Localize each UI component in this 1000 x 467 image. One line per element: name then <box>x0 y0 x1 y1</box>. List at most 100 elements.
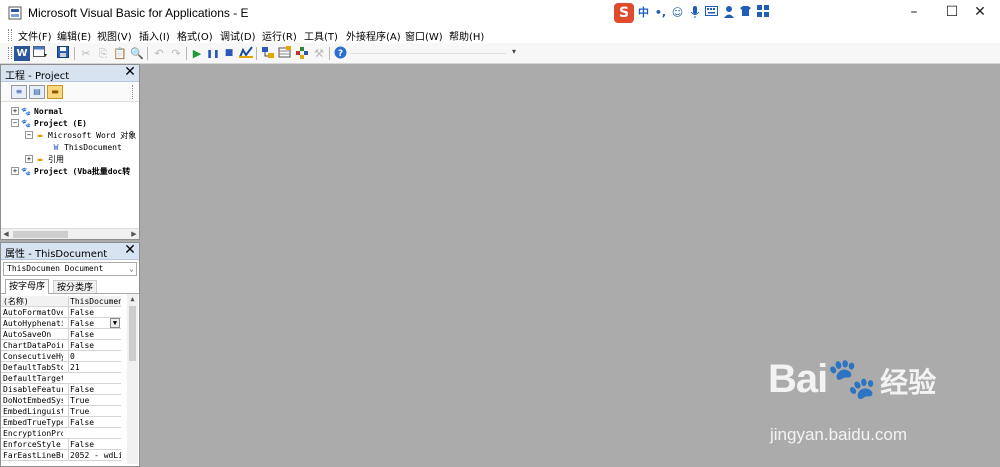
insert-userform-icon[interactable] <box>32 46 48 61</box>
redo-icon[interactable]: ↷ <box>168 46 184 61</box>
properties-window-icon[interactable] <box>277 46 293 61</box>
ime-user-icon[interactable] <box>721 5 736 21</box>
property-row[interactable]: EmbedLinguist True <box>1 406 121 417</box>
property-row[interactable]: AutoHyphenati False ▼ <box>1 318 121 329</box>
undo-icon[interactable]: ↶ <box>151 46 167 61</box>
menu-debug[interactable]: 调试(D) <box>220 28 256 43</box>
tab-alphabetic[interactable]: 按字母序 <box>5 279 50 294</box>
menu-format[interactable]: 格式(O) <box>177 28 213 43</box>
tab-categorized[interactable]: 按分类序 <box>53 280 98 293</box>
code-workspace[interactable] <box>142 64 1000 467</box>
chevron-down-icon[interactable]: ⌄ <box>129 263 134 275</box>
property-value[interactable]: 2052 - wdLi <box>68 450 121 460</box>
property-row[interactable]: EmbedTrueType False <box>1 417 121 428</box>
minimize-button[interactable]: – <box>896 0 932 26</box>
property-row[interactable]: AutoSaveOn False <box>1 329 121 340</box>
property-value[interactable]: 21 <box>68 362 121 372</box>
save-icon[interactable] <box>55 46 71 61</box>
toolbar-grip[interactable] <box>8 47 12 59</box>
property-value[interactable]: False <box>68 307 121 317</box>
ime-toolbox-icon[interactable] <box>755 5 770 21</box>
project-pane-close-icon[interactable]: ✕ <box>123 65 137 80</box>
properties-pane-close-icon[interactable]: ✕ <box>123 243 137 258</box>
toolbar-separator <box>186 47 187 60</box>
scroll-left-icon[interactable]: ◀ <box>1 229 11 239</box>
design-mode-icon[interactable] <box>238 46 254 61</box>
help-icon[interactable]: ? <box>332 46 348 61</box>
property-row[interactable]: EnforceStyle False <box>1 439 121 450</box>
expand-icon[interactable]: + <box>11 167 19 175</box>
property-row[interactable]: EncryptionPro <box>1 428 121 439</box>
property-value[interactable]: False <box>68 384 121 394</box>
tree-node-normal[interactable]: + 🐾 Normal <box>11 105 63 117</box>
menu-run[interactable]: 运行(R) <box>262 28 297 43</box>
object-selector[interactable]: ThisDocumen Document ⌄ <box>3 262 137 276</box>
property-value[interactable]: True <box>68 395 121 405</box>
project-explorer-icon[interactable] <box>260 46 276 61</box>
property-value[interactable]: False <box>68 340 121 350</box>
tree-node-word-objects[interactable]: − ▬ Microsoft Word 对象 <box>25 129 136 141</box>
collapse-icon[interactable]: − <box>25 131 33 139</box>
ime-chinese-mode-icon[interactable]: 中 <box>636 5 651 21</box>
run-icon[interactable]: ▶ <box>189 46 205 61</box>
property-row[interactable]: DefaultTabSto 21 <box>1 362 121 373</box>
menu-window[interactable]: 窗口(W) <box>405 28 443 43</box>
scroll-right-icon[interactable]: ▶ <box>129 229 139 239</box>
menu-insert[interactable]: 插入(I) <box>139 28 170 43</box>
tree-node-project-e[interactable]: − 🐾 Project (E) <box>11 117 87 129</box>
property-value[interactable]: True <box>68 406 121 416</box>
collapse-icon[interactable]: − <box>11 119 19 127</box>
expand-icon[interactable]: + <box>11 107 19 115</box>
break-icon[interactable]: ❚❚ <box>205 46 221 61</box>
menu-file[interactable]: 文件(F) <box>18 28 52 43</box>
paste-icon[interactable]: 📋 <box>112 46 128 61</box>
ime-voice-icon[interactable] <box>687 5 702 21</box>
property-value[interactable]: ThisDocument <box>68 296 121 306</box>
tree-node-thisdocument[interactable]: W ThisDocument <box>51 141 122 153</box>
close-button[interactable]: ✕ <box>962 0 998 26</box>
properties-vertical-scrollbar[interactable]: ▲ <box>127 294 138 464</box>
view-word-icon[interactable]: W <box>14 46 30 61</box>
object-browser-icon[interactable] <box>294 46 310 61</box>
ime-punctuation-icon[interactable]: •, <box>653 5 668 21</box>
ime-emoji-icon[interactable]: ☺ <box>670 5 685 21</box>
property-row[interactable]: DoNotEmbedSys True <box>1 395 121 406</box>
property-row[interactable]: (名称) ThisDocument <box>1 296 121 307</box>
copy-icon[interactable]: ⎘ <box>95 46 111 61</box>
property-row[interactable]: DefaultTarget <box>1 373 121 384</box>
menu-help[interactable]: 帮助(H) <box>449 28 484 43</box>
menu-addins[interactable]: 外接程序(A) <box>346 28 401 43</box>
toggle-folders-icon[interactable]: ▬ <box>47 85 63 99</box>
tree-node-project-vba[interactable]: + 🐾 Project (Vba批量doc转 <box>11 165 130 177</box>
property-row[interactable]: DisableFeatur False <box>1 384 121 395</box>
property-value[interactable]: False <box>68 439 121 449</box>
property-row[interactable]: AutoFormatOve False <box>1 307 121 318</box>
property-value[interactable]: False <box>68 329 121 339</box>
scroll-thumb[interactable] <box>129 306 136 361</box>
menu-tools[interactable]: 工具(T) <box>304 28 338 43</box>
toolbar-overflow-icon[interactable]: ▾ <box>510 47 518 63</box>
expand-icon[interactable]: + <box>25 155 33 163</box>
menu-view[interactable]: 视图(V) <box>97 28 132 43</box>
menu-edit[interactable]: 编辑(E) <box>57 28 91 43</box>
tree-node-references[interactable]: + ▬ 引用 <box>25 153 64 165</box>
cut-icon[interactable]: ✂ <box>78 46 94 61</box>
sogou-ime-icon[interactable]: S <box>614 3 634 23</box>
property-value[interactable]: False <box>68 417 121 427</box>
menu-grip[interactable] <box>8 29 12 41</box>
view-code-icon[interactable]: ≡ <box>11 85 27 99</box>
project-horizontal-scrollbar[interactable]: ◀ ▶ <box>1 228 139 239</box>
property-row[interactable]: ConsecutiveHy 0 <box>1 351 121 362</box>
property-value[interactable]: 0 <box>68 351 121 361</box>
property-row[interactable]: ChartDataPoir False <box>1 340 121 351</box>
ime-keyboard-icon[interactable] <box>704 5 719 21</box>
view-object-icon[interactable]: ▤ <box>29 85 45 99</box>
ime-skin-icon[interactable] <box>738 5 753 21</box>
find-icon[interactable]: 🔍 <box>129 46 145 61</box>
scroll-up-icon[interactable]: ▲ <box>127 294 138 304</box>
scroll-thumb[interactable] <box>13 231 68 238</box>
property-dropdown-icon[interactable]: ▼ <box>110 318 120 328</box>
property-row[interactable]: FarEastLineBr 2052 - wdLi <box>1 450 121 461</box>
toolbox-icon[interactable]: ⚒ <box>311 46 327 61</box>
reset-icon[interactable]: ■ <box>221 46 237 61</box>
